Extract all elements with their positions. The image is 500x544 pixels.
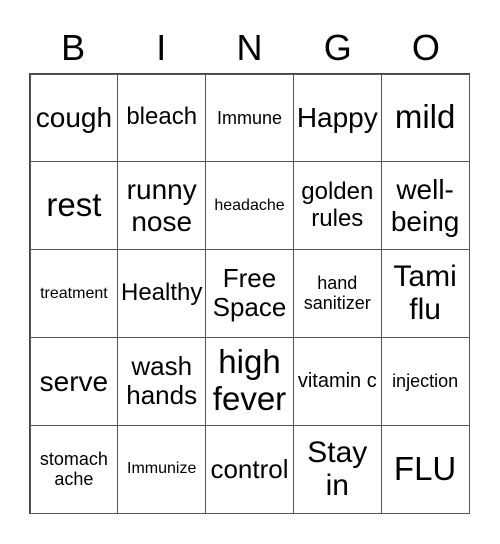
bingo-cell[interactable]: bleach bbox=[117, 73, 207, 163]
bingo-header: B I N G O bbox=[29, 24, 470, 72]
header-letter-n: N bbox=[236, 27, 263, 68]
bingo-cell[interactable]: runny nose bbox=[117, 161, 207, 251]
header-letter-b: B bbox=[61, 27, 86, 68]
bingo-cell[interactable]: Happy bbox=[292, 73, 382, 163]
bingo-cell[interactable]: Tami flu bbox=[380, 249, 470, 338]
bingo-grid: cough bleach Immune Happy mild rest runn… bbox=[29, 73, 470, 514]
free-space-cell[interactable]: Free Space bbox=[205, 249, 294, 338]
bingo-cell[interactable]: cough bbox=[29, 73, 119, 163]
bingo-cell[interactable]: control bbox=[205, 424, 294, 514]
bingo-cell[interactable]: serve bbox=[29, 336, 119, 426]
header-letter-i: I bbox=[156, 27, 167, 68]
bingo-cell[interactable]: wash hands bbox=[117, 336, 207, 426]
bingo-cell[interactable]: stomach ache bbox=[29, 424, 119, 514]
bingo-cell[interactable]: mild bbox=[380, 73, 470, 163]
bingo-cell[interactable]: well-being bbox=[380, 161, 470, 251]
bingo-cell[interactable]: treatment bbox=[29, 249, 119, 338]
bingo-cell[interactable]: hand sanitizer bbox=[292, 249, 382, 338]
bingo-cell[interactable]: FLU bbox=[380, 424, 470, 514]
bingo-cell[interactable]: headache bbox=[205, 161, 294, 251]
bingo-cell[interactable]: injection bbox=[380, 336, 470, 426]
bingo-cell[interactable]: Immunize bbox=[117, 424, 207, 514]
bingo-cell[interactable]: Healthy bbox=[117, 249, 207, 338]
bingo-cell[interactable]: Immune bbox=[205, 73, 294, 163]
header-letter-o: O bbox=[411, 27, 440, 68]
bingo-cell[interactable]: vitamin c bbox=[292, 336, 382, 426]
bingo-cell[interactable]: golden rules bbox=[292, 161, 382, 251]
bingo-cell[interactable]: rest bbox=[29, 161, 119, 251]
header-letter-g: G bbox=[323, 27, 352, 68]
bingo-cell[interactable]: Stay in bbox=[292, 424, 382, 514]
bingo-cell[interactable]: high fever bbox=[205, 336, 294, 426]
